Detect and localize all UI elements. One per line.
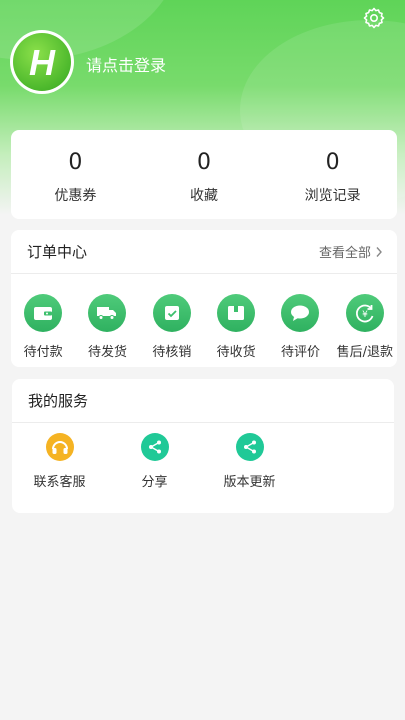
avatar[interactable]: H bbox=[10, 30, 74, 94]
comment-icon bbox=[281, 294, 320, 332]
chevron-right-icon bbox=[376, 246, 382, 257]
service-share[interactable]: 分享 bbox=[107, 433, 202, 490]
order-item-label: 待评价 bbox=[280, 345, 320, 360]
stat-value: 0 bbox=[197, 150, 211, 175]
services-header: 我的服务 bbox=[12, 379, 394, 423]
share-icon bbox=[235, 433, 264, 461]
refund-icon: ¥ bbox=[345, 294, 384, 332]
order-item-pending-receipt[interactable]: 待收货 bbox=[204, 294, 268, 360]
service-version-update[interactable]: 版本更新 bbox=[202, 433, 297, 490]
headset-icon bbox=[45, 433, 74, 461]
stat-label: 收藏 bbox=[190, 188, 218, 204]
order-item-pending-review[interactable]: 待评价 bbox=[268, 294, 332, 360]
order-item-label: 待收货 bbox=[216, 345, 256, 360]
svg-text:¥: ¥ bbox=[362, 310, 368, 320]
view-all-link[interactable]: 查看全部 bbox=[319, 242, 383, 261]
package-icon bbox=[217, 294, 256, 332]
stat-value: 0 bbox=[68, 150, 83, 175]
service-contact-support[interactable]: 联系客服 bbox=[12, 433, 107, 490]
view-all-label: 查看全部 bbox=[318, 246, 371, 261]
order-center-header: 订单中心 查看全部 bbox=[11, 230, 397, 274]
order-item-pending-verify[interactable]: 待核销 bbox=[140, 294, 204, 360]
order-item-after-sales[interactable]: ¥ 售后/退款 bbox=[333, 294, 397, 360]
order-item-pending-shipment[interactable]: 待发货 bbox=[75, 294, 139, 360]
stat-history[interactable]: 0 浏览记录 bbox=[268, 130, 397, 219]
wallet-icon bbox=[24, 294, 63, 332]
truck-icon bbox=[88, 294, 127, 332]
services-row: 联系客服 分享 版本更新 bbox=[12, 423, 394, 490]
share-icon bbox=[140, 433, 169, 461]
order-status-row: 待付款 待发货 待核销 待收货 待评价 ¥ 售后/退款 bbox=[11, 274, 397, 360]
service-label: 版本更新 bbox=[223, 475, 276, 490]
stat-label: 浏览记录 bbox=[304, 188, 361, 204]
gear-icon[interactable] bbox=[362, 6, 386, 30]
order-item-pending-payment[interactable]: 待付款 bbox=[11, 294, 75, 360]
order-item-label: 待付款 bbox=[23, 345, 63, 360]
section-title: 我的服务 bbox=[28, 392, 89, 410]
stats-card: 0 优惠券 0 收藏 0 浏览记录 bbox=[11, 130, 397, 219]
my-services-card: 我的服务 联系客服 分享 版本更新 bbox=[12, 379, 394, 513]
section-title: 订单中心 bbox=[27, 243, 88, 261]
service-label: 分享 bbox=[141, 475, 168, 490]
order-item-label: 售后/退款 bbox=[336, 345, 393, 360]
stat-favorites[interactable]: 0 收藏 bbox=[140, 130, 269, 219]
stat-label: 优惠券 bbox=[54, 188, 97, 204]
order-item-label: 待核销 bbox=[152, 345, 192, 360]
service-label: 联系客服 bbox=[33, 475, 86, 490]
check-voucher-icon bbox=[152, 294, 191, 332]
login-prompt[interactable]: 请点击登录 bbox=[86, 52, 166, 76]
svg-text:H: H bbox=[29, 42, 56, 82]
order-center-card: 订单中心 查看全部 待付款 待发货 待核销 待收货 待评价 ¥ 售后/退款 bbox=[11, 230, 397, 367]
logo-icon: H bbox=[13, 33, 71, 91]
stat-coupons[interactable]: 0 优惠券 bbox=[11, 130, 140, 219]
stat-value: 0 bbox=[325, 150, 340, 175]
order-item-label: 待发货 bbox=[87, 345, 127, 360]
